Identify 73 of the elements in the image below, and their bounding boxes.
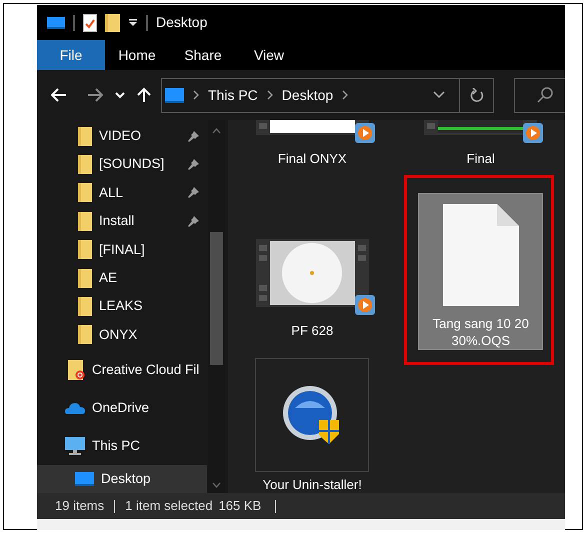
sidebar-item[interactable]: [SOUNDS] (37, 150, 207, 179)
play-badge-icon (523, 122, 544, 142)
refresh-icon (470, 88, 484, 102)
file-name: Tang sang 10 20 30%.OQS (432, 315, 530, 349)
chevron-down-icon[interactable] (433, 91, 445, 99)
file-item[interactable]: Your Unin-staller! (254, 365, 370, 493)
sidebar-item[interactable]: Creative Cloud Fil (37, 351, 207, 390)
up-arrow-icon[interactable] (137, 87, 151, 103)
pin-icon[interactable] (188, 216, 199, 227)
search-icon (537, 87, 553, 103)
sidebar-item[interactable]: AE (37, 264, 207, 292)
pin-icon[interactable] (188, 187, 199, 198)
sidebar-item[interactable]: Desktop (37, 464, 207, 494)
sidebar-item[interactable]: ALL (37, 178, 207, 208)
play-badge-icon (354, 295, 375, 315)
address-bar[interactable]: This PC Desktop (161, 78, 494, 112)
selection-count: 1 item selected (125, 497, 213, 516)
pin-icon[interactable] (188, 130, 199, 142)
folder-icon (78, 240, 92, 260)
sidebar-item[interactable]: ONYX (37, 320, 207, 350)
monitor-icon (165, 88, 184, 102)
file-item[interactable]: Tang sang 10 20 30%.OQS (418, 193, 544, 350)
pin-icon[interactable] (188, 159, 199, 170)
folder-icon (68, 360, 85, 380)
cloud-icon (65, 402, 85, 414)
scroll-up-icon[interactable] (212, 128, 221, 134)
document-icon (442, 204, 519, 306)
monitor-icon (65, 437, 85, 456)
file-name[interactable]: Final (466, 148, 495, 168)
sidebar-item[interactable]: [FINAL] (37, 236, 207, 264)
shield-app-icon (283, 386, 342, 444)
folder-icon (78, 183, 92, 202)
folder-icon (78, 126, 92, 146)
folder-icon (78, 268, 92, 288)
folder-icon (78, 155, 92, 174)
folder-icon (78, 297, 92, 316)
checklist-icon[interactable] (83, 14, 97, 32)
sidebar-item[interactable]: OneDrive (37, 389, 207, 428)
scrollbar-thumb[interactable] (210, 232, 223, 365)
chevron-right-icon[interactable] (266, 90, 273, 100)
play-badge-icon (354, 122, 375, 142)
file-name[interactable]: Final ONYX (278, 148, 347, 168)
selection-size: 165 KB (218, 497, 262, 516)
file-item[interactable]: Final ONYX (246, 120, 378, 169)
ribbon-tab[interactable]: Home (103, 40, 171, 70)
sidebar-item[interactable]: VIDEO (37, 122, 207, 150)
file-name[interactable]: PF 628 (291, 321, 334, 340)
chevron-right-icon[interactable] (342, 90, 348, 100)
breadcrumb-link[interactable]: This PC (208, 84, 258, 106)
search-field[interactable] (514, 78, 565, 112)
file-item[interactable]: PF 628 (246, 175, 378, 342)
breadcrumb-link[interactable]: Desktop (282, 84, 334, 106)
back-arrow-icon[interactable] (51, 88, 67, 102)
item-count: 19 items (55, 497, 104, 516)
file-item[interactable]: Final (415, 120, 546, 169)
monitor-icon[interactable] (47, 16, 65, 30)
sidebar-item[interactable]: This PC (37, 427, 207, 465)
folder-icon[interactable] (105, 14, 120, 32)
scroll-down-icon[interactable] (212, 482, 221, 488)
folder-icon (78, 212, 92, 231)
window-title: Desktop (156, 13, 208, 32)
dropdown-icon[interactable] (128, 18, 138, 28)
ribbon-tab[interactable]: View (235, 40, 303, 70)
sidebar-item[interactable]: LEAKS (37, 292, 207, 321)
chevron-right-icon[interactable] (193, 90, 199, 100)
forward-arrow-icon[interactable] (87, 88, 103, 102)
ribbon-tab[interactable]: File (37, 40, 105, 70)
sidebar-item[interactable]: Install (37, 207, 207, 236)
monitor-icon (75, 472, 94, 486)
ribbon-tab[interactable]: Share (169, 40, 237, 70)
file-name[interactable]: Your Unin-staller! (262, 475, 362, 493)
folder-icon (78, 325, 92, 344)
app-thumbnail[interactable] (255, 358, 370, 472)
